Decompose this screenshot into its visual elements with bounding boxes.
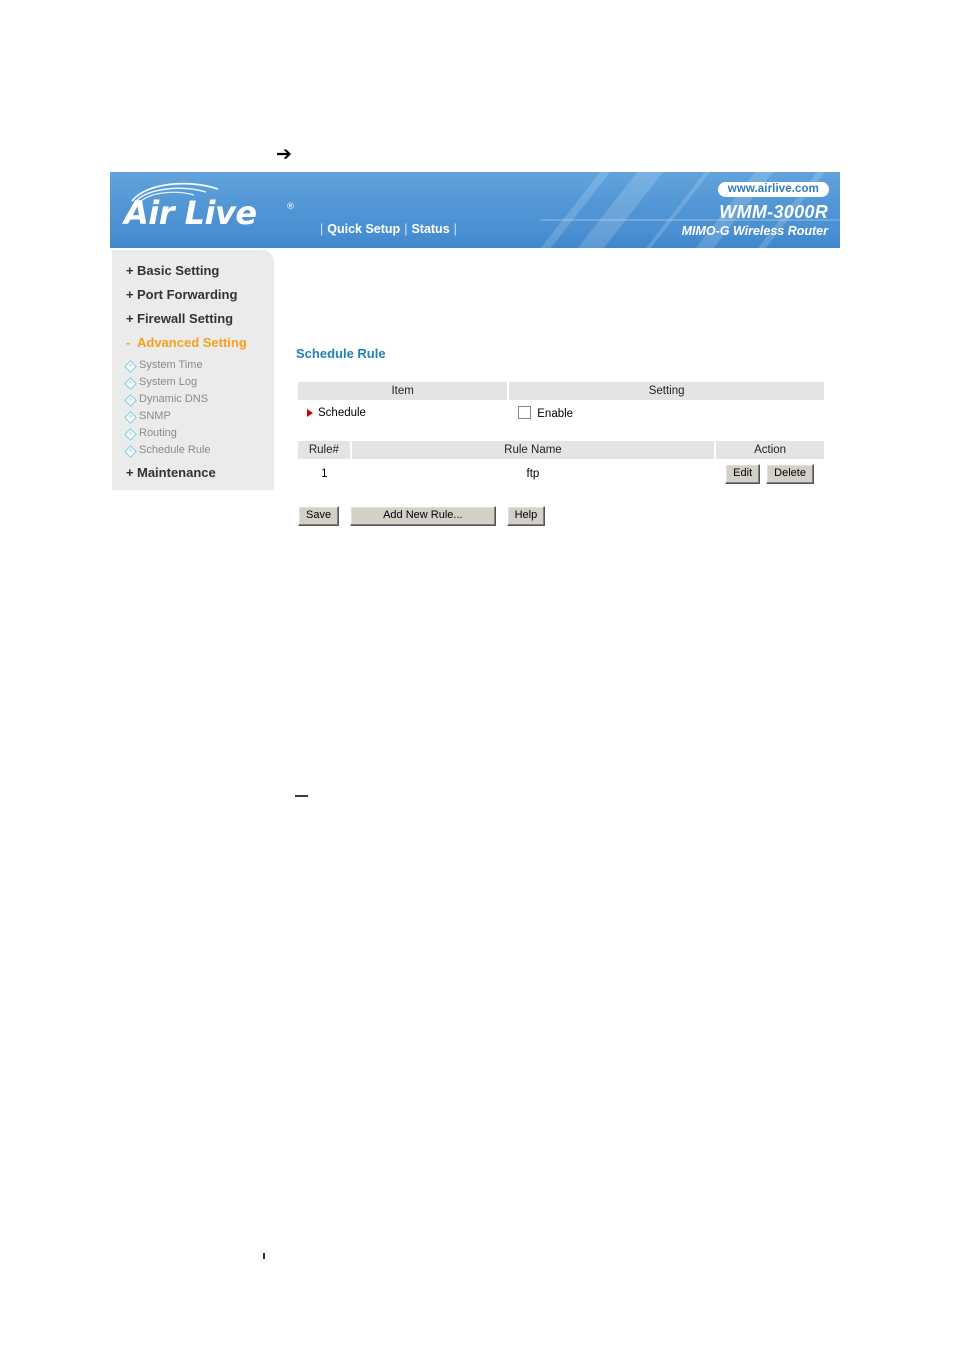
banner-navigation: | Quick Setup | Status |	[316, 222, 461, 236]
airlive-logo: Air Live ®	[124, 180, 314, 240]
diamond-bullet-icon	[124, 360, 137, 373]
sidebar-item-label: SNMP	[139, 410, 171, 422]
diamond-bullet-icon	[124, 428, 137, 441]
ui-body: + Basic Setting + Port Forwarding + Firewal…	[110, 248, 840, 526]
nav-separator: |	[320, 222, 324, 236]
top-arrow-marker: ➔	[276, 143, 292, 165]
help-button[interactable]: Help	[506, 506, 546, 526]
sidebar-item-label: System Time	[139, 359, 203, 371]
rule-number-cell: 1	[298, 460, 351, 487]
schedule-rules-table: Rule# Rule Name Action 1 ftp Edit Delete	[298, 441, 824, 487]
diamond-bullet-icon	[124, 394, 137, 407]
collapse-minus-icon: -	[126, 335, 131, 350]
red-triangle-bullet-icon	[307, 409, 313, 417]
schedule-setting-cell: Enable	[508, 401, 824, 424]
sidebar-item-maintenance[interactable]: + Maintenance	[112, 465, 274, 480]
expand-plus-icon: +	[126, 465, 134, 480]
banner-swoosh-decoration	[514, 172, 626, 248]
table-header-row: Item Setting	[298, 382, 824, 402]
product-model-name: WMM-3000R	[719, 202, 828, 222]
sidebar-item-snmp[interactable]: SNMP	[112, 410, 274, 424]
sidebar-item-label: Routing	[139, 427, 177, 439]
page-title: Schedule Rule	[296, 346, 386, 361]
schedule-settings-table: Item Setting Schedule Enable	[298, 382, 824, 424]
table-row: Schedule Enable	[298, 401, 824, 424]
sidebar-item-firewall-setting[interactable]: + Firewall Setting	[112, 311, 274, 326]
banner-swoosh-decoration	[551, 172, 679, 248]
enable-checkbox[interactable]	[518, 406, 532, 419]
rule-action-cell: Edit Delete	[715, 460, 824, 487]
sidebar-item-advanced-setting[interactable]: - Advanced Setting	[112, 335, 274, 350]
sidebar-item-routing[interactable]: Routing	[112, 427, 274, 441]
product-model-subtitle: MIMO-G Wireless Router	[681, 224, 828, 238]
registered-trademark-icon: ®	[286, 202, 295, 212]
save-button[interactable]: Save	[298, 506, 340, 526]
sidebar-item-label: System Log	[139, 376, 198, 388]
stray-dash-mark	[295, 795, 308, 797]
stray-tick-mark	[263, 1253, 265, 1259]
diamond-bullet-icon	[124, 411, 137, 424]
expand-plus-icon: +	[126, 263, 134, 278]
sidebar-item-system-log[interactable]: System Log	[112, 376, 274, 390]
diamond-bullet-icon	[124, 445, 137, 458]
column-header-rule-name: Rule Name	[350, 441, 717, 461]
sidebar-item-label: Basic Setting	[137, 263, 220, 278]
schedule-item-cell: Schedule	[298, 401, 509, 424]
column-header-setting: Setting	[508, 382, 824, 402]
sidebar-item-label: Port Forwarding	[137, 287, 238, 302]
nav-separator: |	[404, 222, 408, 236]
router-web-ui: Air Live ® | Quick Setup | Status | www.airl…	[110, 172, 840, 526]
sidebar-item-system-time[interactable]: System Time	[112, 359, 274, 373]
nav-separator: |	[453, 222, 457, 236]
sidebar-item-basic-setting[interactable]: + Basic Setting	[112, 263, 274, 278]
schedule-label: Schedule	[318, 407, 366, 419]
header-banner: Air Live ® | Quick Setup | Status | www.airl…	[110, 172, 840, 248]
sidebar-navigation: + Basic Setting + Port Forwarding + Firewal…	[112, 250, 274, 490]
column-header-action: Action	[715, 441, 824, 461]
expand-plus-icon: +	[126, 287, 134, 302]
sidebar-item-label: Dynamic DNS	[139, 393, 209, 405]
nav-quick-setup[interactable]: Quick Setup	[327, 222, 400, 236]
add-new-rule-button[interactable]: Add New Rule...	[350, 506, 496, 526]
delete-button[interactable]: Delete	[766, 464, 814, 484]
diamond-bullet-icon	[124, 377, 137, 390]
table-row: 1 ftp Edit Delete	[298, 460, 824, 487]
sidebar-item-label: Schedule Rule	[139, 444, 211, 456]
column-header-item: Item	[298, 382, 510, 402]
sidebar-item-label: Firewall Setting	[137, 311, 234, 326]
website-url-badge: www.airlive.com	[717, 182, 829, 197]
logo-wordmark: Air Live	[124, 194, 257, 232]
rule-name-cell: ftp	[350, 460, 716, 487]
edit-button[interactable]: Edit	[725, 464, 761, 484]
enable-label: Enable	[537, 408, 574, 420]
form-button-bar: Save Add New Rule... Help	[298, 506, 556, 526]
sidebar-item-label: Advanced Setting	[137, 335, 247, 350]
sidebar-item-dynamic-dns[interactable]: Dynamic DNS	[112, 393, 274, 407]
table-header-row: Rule# Rule Name Action	[298, 441, 824, 461]
sidebar-item-schedule-rule[interactable]: Schedule Rule	[112, 444, 274, 458]
nav-status[interactable]: Status	[411, 222, 449, 236]
sidebar-item-port-forwarding[interactable]: + Port Forwarding	[112, 287, 274, 302]
expand-plus-icon: +	[126, 311, 134, 326]
column-header-rule-number: Rule#	[298, 441, 352, 461]
sidebar-item-label: Maintenance	[137, 465, 216, 480]
